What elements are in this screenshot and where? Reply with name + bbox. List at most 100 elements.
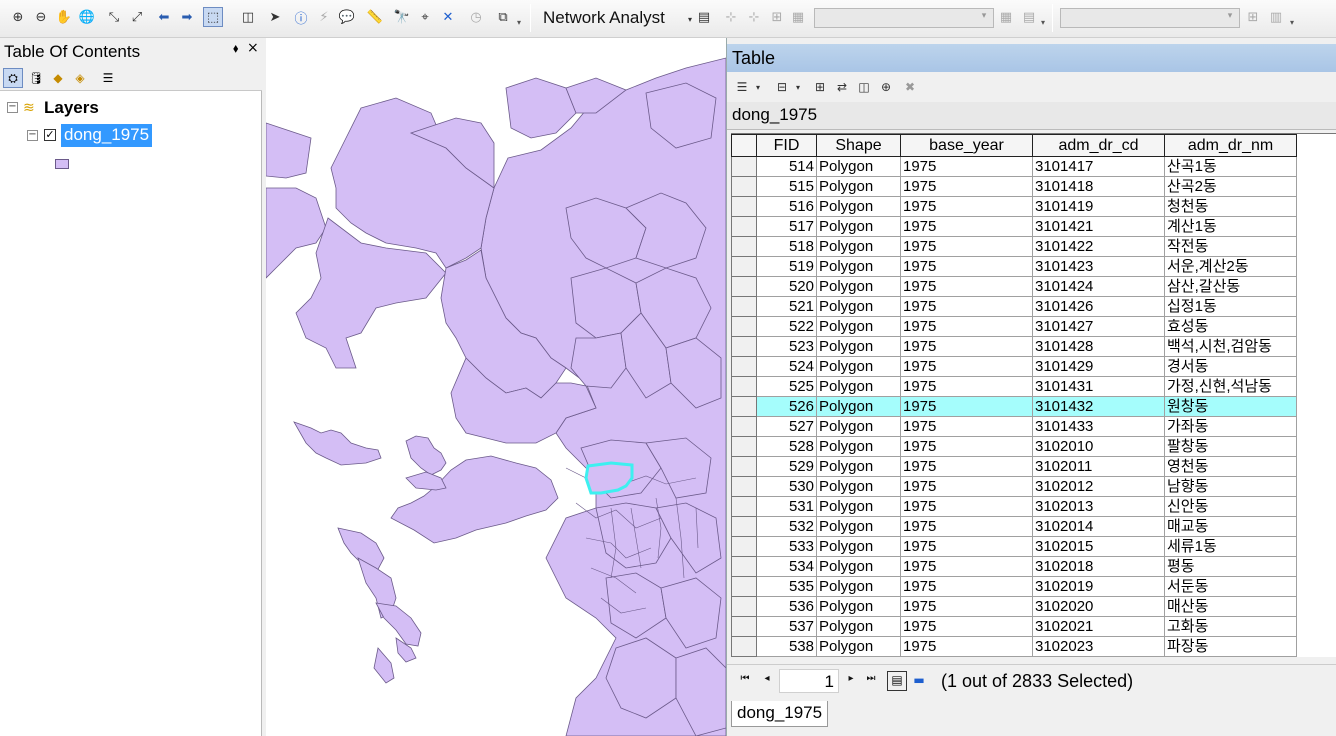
row-selector[interactable] [731, 636, 757, 657]
cell-fid[interactable]: 518 [756, 236, 817, 257]
cell-adm-dr-nm[interactable]: 원창동 [1164, 396, 1297, 417]
cell-shape[interactable]: Polygon [816, 176, 901, 197]
cell-shape[interactable]: Polygon [816, 156, 901, 177]
table-row[interactable]: 518 Polygon 1975 3101422 작전동 [731, 236, 1297, 257]
cell-fid[interactable]: 530 [756, 476, 817, 497]
list-by-source-icon[interactable]: 🛢 [26, 68, 46, 88]
row-selector[interactable] [731, 336, 757, 357]
table-row[interactable]: 537 Polygon 1975 3102021 고화동 [731, 616, 1297, 637]
row-selector[interactable] [731, 236, 757, 257]
cell-fid[interactable]: 533 [756, 536, 817, 557]
clear-selection-icon[interactable]: ◫ [238, 7, 258, 27]
cell-adm-dr-nm[interactable]: 매산동 [1164, 596, 1297, 617]
cell-shape[interactable]: Polygon [816, 456, 901, 477]
table-row[interactable]: 538 Polygon 1975 3102023 파장동 [731, 636, 1297, 657]
cell-fid[interactable]: 538 [756, 636, 817, 657]
select-by-attributes-icon[interactable]: ⊞ [811, 78, 829, 96]
cell-shape[interactable]: Polygon [816, 396, 901, 417]
cell-adm-dr-cd[interactable]: 3101431 [1032, 376, 1165, 397]
cell-shape[interactable]: Polygon [816, 616, 901, 637]
forward-extent-icon[interactable]: ➡ [177, 7, 197, 27]
column-header-base-year[interactable]: base_year [900, 134, 1033, 157]
cell-base-year[interactable]: 1975 [900, 296, 1033, 317]
cell-adm-dr-cd[interactable]: 3102023 [1032, 636, 1165, 657]
toolbar-grip-icon[interactable]: ▾ [1290, 18, 1297, 34]
cell-adm-dr-cd[interactable]: 3102011 [1032, 456, 1165, 477]
row-selector-header[interactable] [731, 134, 757, 157]
toolbar-grip-icon[interactable]: ▾ [1041, 18, 1048, 34]
zoom-in-icon[interactable]: ⊕ [8, 7, 28, 27]
table-row[interactable]: 517 Polygon 1975 3101421 계산1동 [731, 216, 1297, 237]
pin-icon[interactable]: ⬧ [233, 41, 238, 56]
row-selector[interactable] [731, 316, 757, 337]
cell-fid[interactable]: 517 [756, 216, 817, 237]
cell-adm-dr-cd[interactable]: 3101422 [1032, 236, 1165, 257]
cell-adm-dr-nm[interactable]: 고화동 [1164, 616, 1297, 637]
row-selector[interactable] [731, 456, 757, 477]
row-selector[interactable] [731, 536, 757, 557]
show-selected-records-icon[interactable]: ▬ [911, 673, 927, 689]
find-route-icon[interactable]: ⌖ [415, 7, 435, 27]
cell-shape[interactable]: Polygon [816, 316, 901, 337]
row-selector[interactable] [731, 496, 757, 517]
row-selector[interactable] [731, 556, 757, 577]
column-header-fid[interactable]: FID [756, 134, 817, 157]
cell-fid[interactable]: 523 [756, 336, 817, 357]
table-row[interactable]: 514 Polygon 1975 3101417 산곡1동 [731, 156, 1297, 177]
cell-adm-dr-cd[interactable]: 3102010 [1032, 436, 1165, 457]
cell-base-year[interactable]: 1975 [900, 596, 1033, 617]
cell-adm-dr-nm[interactable]: 가정,신현,석남동 [1164, 376, 1297, 397]
last-record-icon[interactable]: ⏭ [863, 673, 879, 689]
current-record-input[interactable]: 1 [779, 669, 839, 693]
fixed-zoom-in-icon[interactable]: ⤡ [104, 7, 124, 27]
cell-shape[interactable]: Polygon [816, 256, 901, 277]
table-row[interactable]: 521 Polygon 1975 3101426 십정1동 [731, 296, 1297, 317]
attribute-table-icon[interactable]: ⊞ [1243, 7, 1263, 27]
layers-group-label[interactable]: Layers [44, 98, 99, 118]
cell-base-year[interactable]: 1975 [900, 276, 1033, 297]
table-row[interactable]: 522 Polygon 1975 3101427 효성동 [731, 316, 1297, 337]
cell-adm-dr-nm[interactable]: 계산1동 [1164, 216, 1297, 237]
row-selector[interactable] [731, 416, 757, 437]
cell-adm-dr-cd[interactable]: 3101428 [1032, 336, 1165, 357]
cell-base-year[interactable]: 1975 [900, 336, 1033, 357]
cell-adm-dr-nm[interactable]: 산곡2동 [1164, 176, 1297, 197]
table-row[interactable]: 530 Polygon 1975 3102012 남향동 [731, 476, 1297, 497]
row-selector[interactable] [731, 596, 757, 617]
cell-adm-dr-nm[interactable]: 삼산,갈산동 [1164, 276, 1297, 297]
cell-shape[interactable]: Polygon [816, 536, 901, 557]
time-slider-icon[interactable]: ◷ [466, 7, 486, 27]
cell-fid[interactable]: 521 [756, 296, 817, 317]
row-selector[interactable] [731, 216, 757, 237]
cell-adm-dr-cd[interactable]: 3102020 [1032, 596, 1165, 617]
network-dataset-dropdown[interactable]: ▾ [814, 8, 994, 28]
cell-base-year[interactable]: 1975 [900, 316, 1033, 337]
row-selector[interactable] [731, 276, 757, 297]
cell-base-year[interactable]: 1975 [900, 356, 1033, 377]
cell-adm-dr-cd[interactable]: 3102019 [1032, 576, 1165, 597]
cell-fid[interactable]: 531 [756, 496, 817, 517]
collapse-layer-icon[interactable]: − [27, 130, 38, 141]
table-row[interactable]: 516 Polygon 1975 3101419 청천동 [731, 196, 1297, 217]
column-header-shape[interactable]: Shape [816, 134, 901, 157]
show-all-records-icon[interactable]: ▤ [887, 671, 907, 691]
row-selector[interactable] [731, 196, 757, 217]
list-by-drawing-order-icon[interactable]: ⛭ [3, 68, 23, 88]
directions-icon[interactable]: ▤ [1019, 7, 1039, 27]
network-analyst-window-icon[interactable]: ▤ [694, 7, 714, 27]
close-icon[interactable]: × [247, 40, 259, 56]
cell-adm-dr-nm[interactable]: 작전동 [1164, 236, 1297, 257]
row-selector[interactable] [731, 296, 757, 317]
cell-base-year[interactable]: 1975 [900, 616, 1033, 637]
cell-adm-dr-cd[interactable]: 3101421 [1032, 216, 1165, 237]
cell-shape[interactable]: Polygon [816, 276, 901, 297]
cell-adm-dr-cd[interactable]: 3102014 [1032, 516, 1165, 537]
table-row[interactable]: 536 Polygon 1975 3102020 매산동 [731, 596, 1297, 617]
table-row[interactable]: 525 Polygon 1975 3101431 가정,신현,석남동 [731, 376, 1297, 397]
first-record-icon[interactable]: ⏮ [737, 673, 753, 689]
row-selector[interactable] [731, 436, 757, 457]
table-row[interactable]: 526 Polygon 1975 3101432 원창동 [731, 396, 1297, 417]
select-features-icon[interactable]: ⬚ [203, 7, 223, 27]
select-elements-icon[interactable]: ➤ [265, 7, 285, 27]
cell-shape[interactable]: Polygon [816, 296, 901, 317]
